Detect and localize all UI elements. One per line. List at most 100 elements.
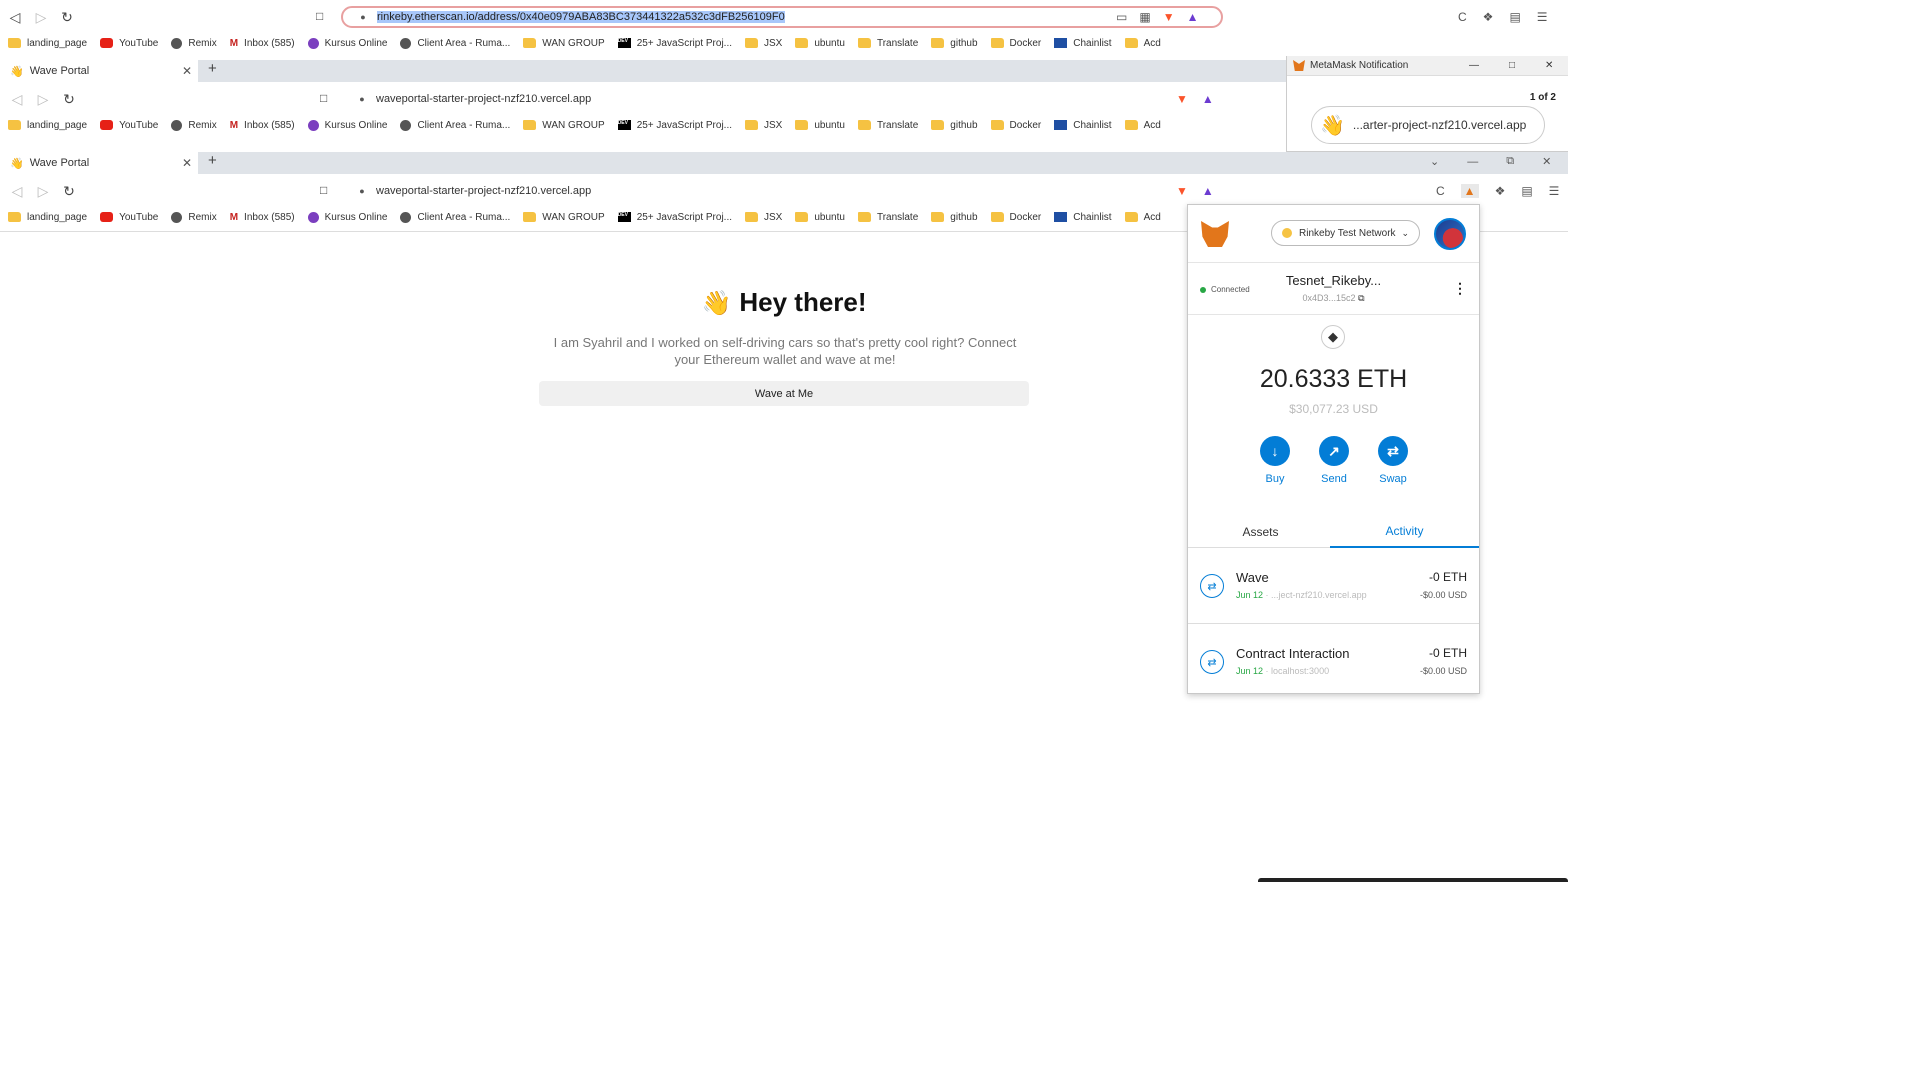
tab-search-icon[interactable]: ⌄	[1430, 155, 1439, 168]
tab-wave-portal[interactable]: 👋 Wave Portal ✕	[0, 60, 198, 82]
send-button[interactable]: ↗ Send	[1309, 436, 1359, 485]
address-bar-3[interactable]: ● waveportal-starter-project-nzf210.verc…	[342, 180, 1166, 202]
bookmark-item[interactable]: M Inbox (585)	[230, 38, 295, 50]
top-address-bar[interactable]: ● rinkeby.etherscan.io/address/0x40e0979…	[341, 6, 1223, 28]
bookmark-item[interactable]: WAN GROUP	[523, 120, 605, 131]
bookmark-item[interactable]: landing_page	[8, 120, 87, 131]
brave-shield-icon[interactable]: ▼	[1176, 184, 1188, 198]
bookmark-item[interactable]: Acd	[1124, 212, 1161, 223]
bookmark-item[interactable]: Kursus Online	[307, 211, 387, 223]
bookmark-item[interactable]: Docker	[990, 38, 1041, 49]
account-address[interactable]: 0x4D3...15c2 ⧉	[1188, 293, 1479, 304]
account-avatar[interactable]	[1434, 218, 1466, 250]
transaction-row[interactable]: ⇄ Wave Jun 12 · ...ject-nzf210.vercel.ap…	[1188, 548, 1479, 624]
wallet-icon[interactable]: ▤	[1521, 184, 1532, 198]
forward-icon[interactable]: ▷	[30, 88, 56, 110]
reload-icon[interactable]: ↻	[56, 88, 82, 110]
buy-button[interactable]: ↓ Buy	[1250, 436, 1300, 485]
minimize-icon[interactable]: —	[1469, 60, 1479, 71]
extension-cl-icon[interactable]: C	[1458, 10, 1467, 24]
metamask-fox-icon[interactable]	[1201, 221, 1229, 247]
minimize-icon[interactable]: —	[1467, 156, 1478, 168]
bookmark-item[interactable]: Kursus Online	[307, 37, 387, 49]
bookmark-item[interactable]: M Inbox (585)	[230, 212, 295, 224]
brave-rewards-icon[interactable]: ▲	[1202, 184, 1214, 198]
brave-rewards-icon[interactable]: ▲	[1187, 10, 1199, 24]
cast-icon[interactable]: ▭	[1116, 10, 1127, 24]
wave-button[interactable]: Wave at Me	[539, 381, 1029, 406]
bookmark-item[interactable]: Client Area - Ruma...	[400, 119, 510, 131]
back-icon[interactable]: ◁	[4, 180, 30, 202]
metamask-extension-icon[interactable]: ▲	[1460, 184, 1479, 198]
bookmark-item[interactable]: JSX	[745, 38, 782, 49]
tab-activity[interactable]: Activity	[1330, 515, 1479, 548]
extension-cl-icon[interactable]: C	[1436, 184, 1445, 198]
tab-assets[interactable]: Assets	[1188, 515, 1333, 548]
bookmark-item[interactable]: Translate	[857, 38, 918, 49]
bookmark-item[interactable]: Chainlist	[1054, 38, 1112, 49]
qr-icon[interactable]: ▦	[1139, 10, 1150, 24]
bookmark-item[interactable]: Client Area - Ruma...	[400, 211, 510, 223]
reload-icon[interactable]: ↻	[54, 6, 80, 28]
bookmark-item[interactable]: JSX	[745, 120, 782, 131]
brave-shield-icon[interactable]: ▼	[1163, 10, 1175, 24]
bookmark-item[interactable]: Translate	[857, 120, 918, 131]
network-selector[interactable]: Rinkeby Test Network ⌄	[1271, 220, 1420, 246]
puzzle-icon[interactable]: ❖	[1495, 184, 1506, 198]
bookmark-item[interactable]: WAN GROUP	[523, 38, 605, 49]
maximize-icon[interactable]: □	[1509, 60, 1515, 71]
bookmark-item[interactable]: DEV 25+ JavaScript Proj...	[617, 38, 732, 49]
bookmark-item[interactable]: github	[931, 212, 978, 223]
bookmark-star-icon[interactable]: □	[316, 9, 323, 23]
bookmark-item[interactable]: Chainlist	[1054, 120, 1112, 131]
bookmark-item[interactable]: Remix	[171, 119, 217, 131]
bookmark-item[interactable]: DEV 25+ JavaScript Proj...	[617, 212, 732, 223]
bookmark-item[interactable]: Chainlist	[1054, 212, 1112, 223]
top-url-text[interactable]: rinkeby.etherscan.io/address/0x40e0979AB…	[377, 11, 785, 23]
bookmark-item[interactable]: Client Area - Ruma...	[400, 37, 510, 49]
bookmark-item[interactable]: DEV 25+ JavaScript Proj...	[617, 120, 732, 131]
close-icon[interactable]: ✕	[1542, 155, 1551, 168]
url-text-3[interactable]: waveportal-starter-project-nzf210.vercel…	[376, 185, 591, 197]
bookmark-item[interactable]: Remix	[171, 37, 217, 49]
bookmark-item[interactable]: ubuntu	[795, 212, 845, 223]
account-name[interactable]: Tesnet_Rikeby...	[1188, 273, 1479, 288]
bookmark-item[interactable]: github	[931, 120, 978, 131]
bookmark-item[interactable]: ubuntu	[795, 120, 845, 131]
new-tab-icon[interactable]: +	[208, 60, 217, 77]
back-icon[interactable]: ◁	[2, 6, 28, 28]
address-bar-2[interactable]: ● waveportal-starter-project-nzf210.verc…	[342, 88, 1166, 110]
kebab-menu-icon[interactable]: ⋮	[1453, 280, 1467, 297]
bookmark-item[interactable]: Remix	[171, 211, 217, 223]
bookmark-item[interactable]: Docker	[990, 120, 1041, 131]
back-icon[interactable]: ◁	[4, 88, 30, 110]
close-icon[interactable]: ✕	[182, 156, 192, 170]
puzzle-icon[interactable]: ❖	[1483, 10, 1494, 24]
menu-icon[interactable]: ☰	[1549, 184, 1560, 198]
menu-icon[interactable]: ☰	[1537, 10, 1548, 24]
swap-button[interactable]: ⇄ Swap	[1368, 436, 1418, 485]
tab-wave-portal[interactable]: 👋 Wave Portal ✕	[0, 152, 198, 174]
bookmark-item[interactable]: Acd	[1124, 120, 1161, 131]
bookmark-star-icon[interactable]: □	[320, 183, 327, 197]
bookmark-item[interactable]: Docker	[990, 212, 1041, 223]
bookmark-item[interactable]: YouTube	[100, 212, 158, 223]
brave-rewards-icon[interactable]: ▲	[1202, 92, 1214, 106]
close-icon[interactable]: ✕	[1545, 60, 1553, 71]
bookmark-item[interactable]: github	[931, 38, 978, 49]
bookmark-item[interactable]: YouTube	[100, 120, 158, 131]
bookmark-star-icon[interactable]: □	[320, 91, 327, 105]
bookmark-item[interactable]: Acd	[1124, 38, 1161, 49]
bookmark-item[interactable]: Kursus Online	[307, 119, 387, 131]
bookmark-item[interactable]: M Inbox (585)	[230, 120, 295, 132]
transaction-row[interactable]: ⇄ Contract Interaction Jun 12 · localhos…	[1188, 624, 1479, 700]
new-tab-icon[interactable]: +	[208, 152, 217, 169]
bookmark-item[interactable]: WAN GROUP	[523, 212, 605, 223]
bookmark-item[interactable]: JSX	[745, 212, 782, 223]
forward-icon[interactable]: ▷	[28, 6, 54, 28]
close-icon[interactable]: ✕	[182, 64, 192, 78]
reload-icon[interactable]: ↻	[56, 180, 82, 202]
wallet-icon[interactable]: ▤	[1509, 10, 1520, 24]
copy-icon[interactable]: ⧉	[1358, 293, 1364, 303]
bookmark-item[interactable]: landing_page	[8, 212, 87, 223]
